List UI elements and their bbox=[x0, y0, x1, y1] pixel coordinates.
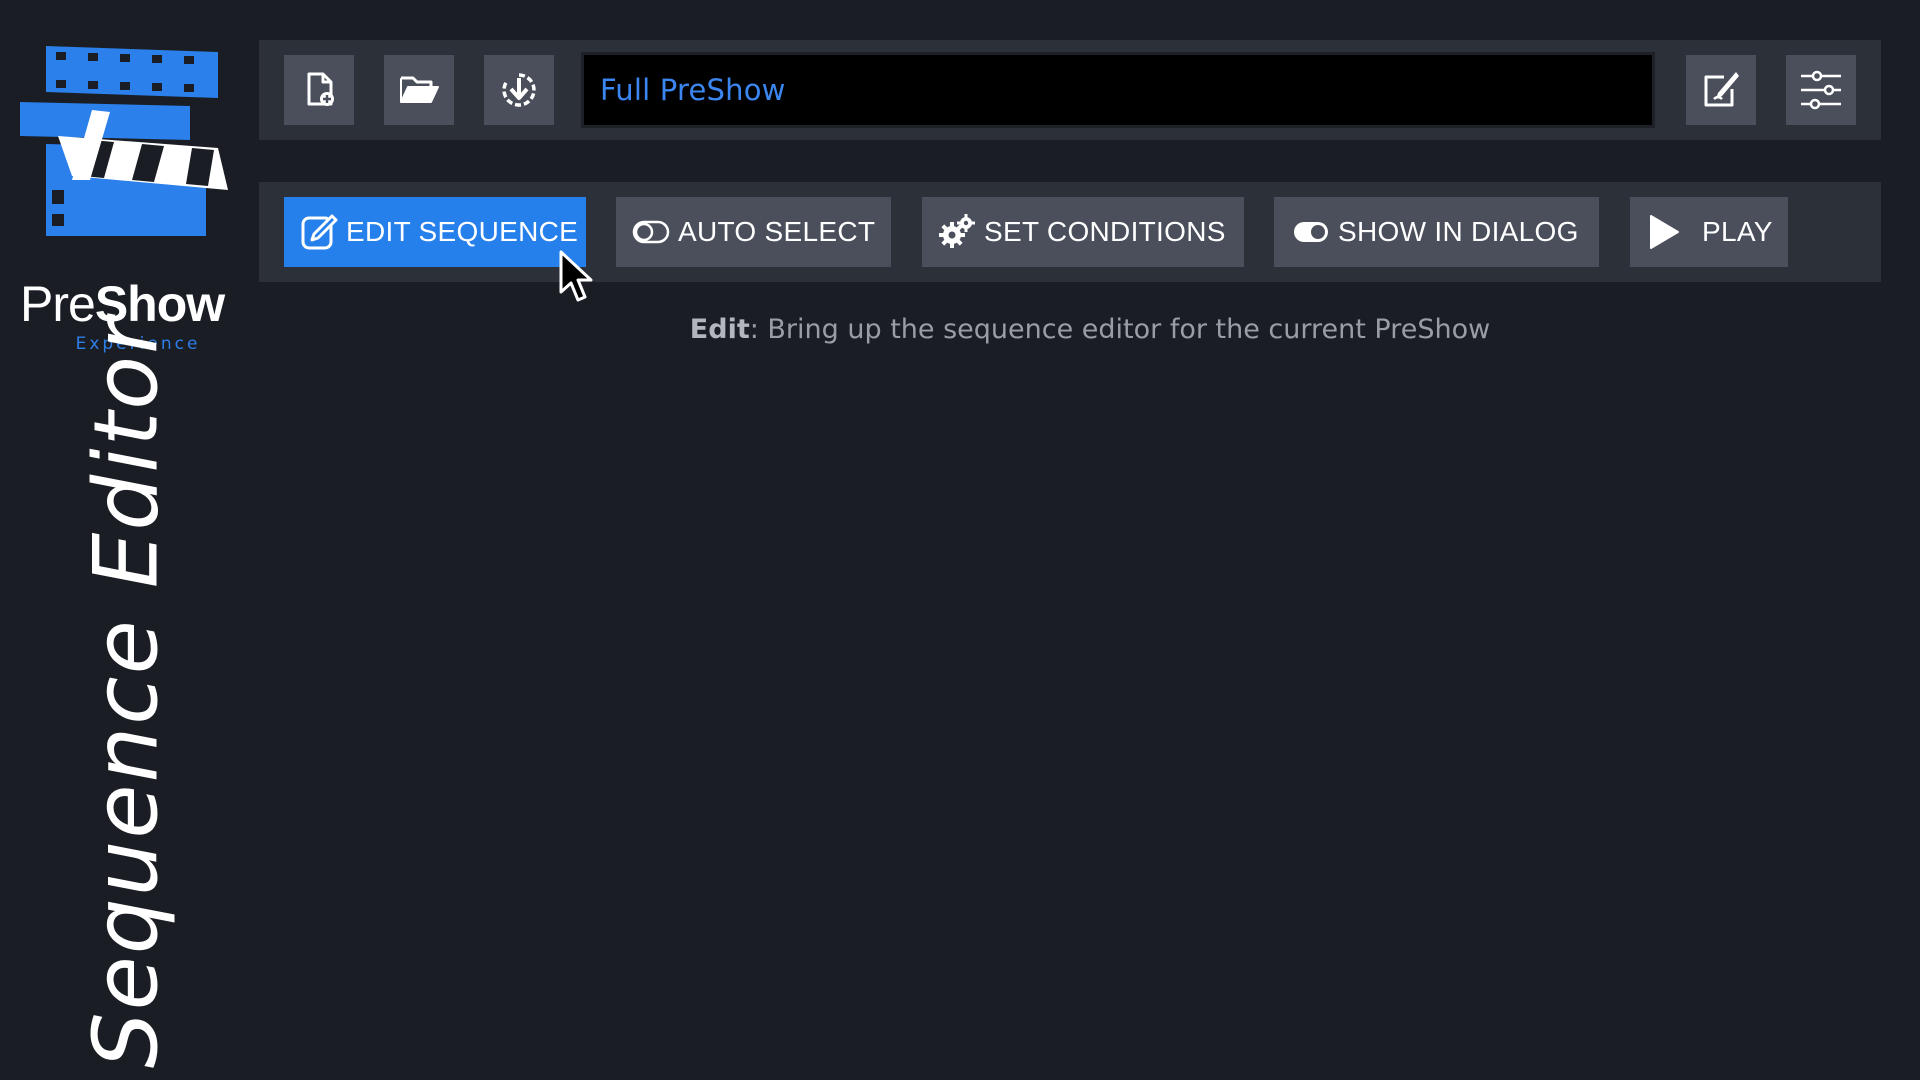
show-in-dialog-label: SHOW IN DIALOG bbox=[1338, 216, 1579, 247]
page-title: Sequence Editor bbox=[74, 315, 178, 1069]
open-preshow-button[interactable] bbox=[384, 55, 454, 125]
auto-select-toggle[interactable]: AUTO SELECT bbox=[616, 197, 891, 267]
description-term: Edit bbox=[689, 314, 750, 345]
description-text: : Bring up the sequence editor for the c… bbox=[749, 314, 1491, 345]
folder-open-icon bbox=[400, 76, 439, 103]
edit-sequence-button[interactable]: EDIT SEQUENCE bbox=[284, 197, 586, 267]
play-label: PLAY bbox=[1702, 216, 1773, 247]
preshow-name-field[interactable]: Full PreShow bbox=[581, 52, 1655, 128]
auto-select-label: AUTO SELECT bbox=[678, 216, 876, 247]
show-in-dialog-toggle[interactable]: SHOW IN DIALOG bbox=[1274, 197, 1599, 267]
toggle-on-icon bbox=[1292, 220, 1330, 244]
mouse-pointer-icon bbox=[559, 250, 593, 302]
sliders-icon bbox=[1801, 70, 1841, 110]
preshow-name-text: Full PreShow bbox=[600, 73, 786, 107]
toggle-off-icon bbox=[632, 220, 670, 244]
action-description: Edit: Bring up the sequence editor for t… bbox=[259, 314, 1920, 345]
pencil-icon bbox=[300, 213, 338, 251]
gears-icon bbox=[938, 213, 976, 251]
action-bar: EDIT SEQUENCE AUTO SELECT SET CONDITIONS… bbox=[259, 182, 1881, 282]
set-conditions-button[interactable]: SET CONDITIONS bbox=[922, 197, 1244, 267]
film-strip-logo-icon bbox=[20, 46, 228, 236]
save-download-icon bbox=[502, 73, 536, 107]
set-conditions-label: SET CONDITIONS bbox=[984, 216, 1226, 247]
preshow-sequence-editor-screen: PreShow Experience Sequence Editor Full … bbox=[0, 0, 1920, 1080]
preshow-logo: PreShow Experience bbox=[18, 40, 232, 354]
play-icon bbox=[1648, 214, 1680, 250]
edit-note-icon bbox=[1704, 72, 1739, 107]
new-preshow-button[interactable] bbox=[284, 55, 354, 125]
play-button[interactable]: PLAY bbox=[1630, 197, 1788, 267]
save-preshow-button[interactable] bbox=[484, 55, 554, 125]
edit-sequence-label: EDIT SEQUENCE bbox=[346, 216, 579, 247]
new-file-icon bbox=[307, 72, 334, 106]
rename-preshow-button[interactable] bbox=[1686, 55, 1756, 125]
settings-button[interactable] bbox=[1786, 55, 1856, 125]
top-toolbar: Full PreShow bbox=[259, 40, 1881, 140]
